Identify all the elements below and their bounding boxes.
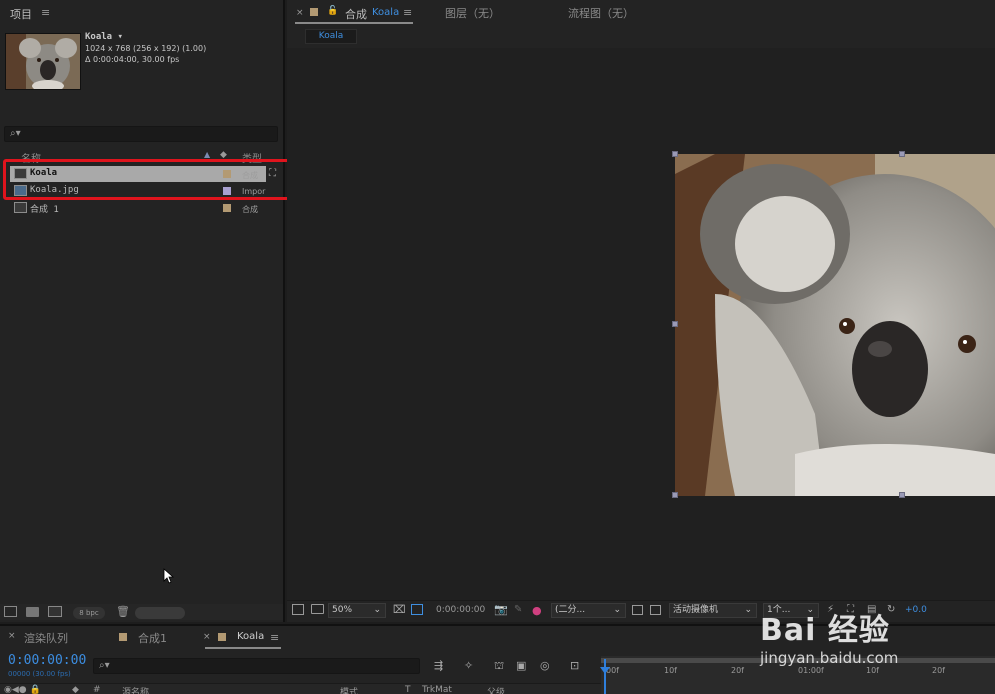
koala-thumbnail — [5, 33, 81, 90]
monitor-icon[interactable] — [311, 604, 324, 614]
project-footer-toolbar: 8 bpc 🗑 — [0, 604, 283, 620]
current-time-display[interactable]: 0:00:00:00 — [436, 605, 485, 615]
highlight-annotation — [3, 159, 294, 200]
composition-mini-flowchart-icon[interactable]: ⇶ — [434, 659, 443, 672]
tab-comp-1[interactable]: 合成1 — [138, 630, 167, 646]
always-preview-icon[interactable] — [292, 604, 304, 615]
close-tab-icon[interactable]: × — [296, 8, 304, 18]
selected-item-dimensions: 1024 x 768 (256 x 192) (1.00) — [85, 44, 207, 53]
graph-editor-icon[interactable]: ⊡ — [570, 659, 579, 672]
camera-dropdown[interactable]: 活动摄像机 ⌄ — [669, 603, 757, 618]
interpret-footage-icon[interactable] — [4, 606, 17, 617]
current-time-display[interactable]: 0:00:00:00 — [8, 653, 86, 668]
tab-render-queue[interactable]: 渲染队列 — [24, 630, 68, 646]
panel-menu-icon[interactable]: ≡ — [41, 6, 50, 19]
koala-image-layer[interactable] — [675, 154, 995, 496]
item-type: 合成 — [242, 205, 258, 214]
grid-guide-icon[interactable]: ⌧ — [393, 603, 406, 616]
composition-viewer[interactable] — [287, 48, 995, 601]
shy-layers-icon[interactable]: ⛫ — [494, 659, 504, 674]
column-trkmat-header[interactable]: TrkMat — [422, 685, 452, 694]
chevron-down-icon: ⌄ — [373, 605, 381, 615]
label-swatch — [119, 633, 127, 641]
project-panel-title: 项目 — [10, 8, 32, 21]
draft-3d-icon[interactable]: ✧ — [464, 659, 473, 672]
active-tab-indicator — [205, 647, 281, 649]
new-composition-icon[interactable] — [48, 606, 62, 617]
timeline-search-input[interactable]: ⌕▾ — [93, 658, 420, 674]
panel-menu-icon[interactable]: ≡ — [270, 631, 279, 644]
column-mode-header[interactable]: 模式 — [340, 685, 358, 694]
item-name: 合成 1 — [30, 205, 59, 215]
transform-handle[interactable] — [899, 492, 905, 498]
color-channel-icon[interactable]: ● — [532, 604, 542, 617]
camera-value: 活动摄像机 — [673, 605, 719, 615]
layer-viewer-tab[interactable]: 图层（无） — [445, 5, 500, 21]
search-icon: ⌕▾ — [10, 128, 21, 139]
watermark-url: jingyan.baidu.com — [760, 649, 899, 667]
tab-koala[interactable]: Koala — [237, 631, 264, 642]
resolution-dropdown[interactable]: (二分... ⌄ — [551, 603, 626, 618]
close-tab-icon[interactable]: × — [203, 632, 211, 642]
lock-icon[interactable]: 🔓 — [327, 6, 338, 16]
column-source-name-header[interactable]: 源名称 — [122, 685, 149, 694]
composition-icon — [14, 202, 27, 213]
snapshot-camera-icon[interactable]: 📷 — [494, 603, 508, 616]
label-swatch — [218, 633, 226, 641]
transform-handle[interactable] — [672, 151, 678, 157]
mask-visibility-icon[interactable] — [411, 604, 423, 615]
chevron-down-icon: ⌄ — [613, 605, 621, 615]
sort-icon[interactable]: ▲ — [204, 150, 210, 159]
layer-column-header: ◉◀● 🔒 ◆ # 源名称 模式 T TrkMat 父级 — [0, 683, 601, 694]
project-search-input[interactable]: ⌕▾ — [4, 126, 278, 142]
resolution-value: (二分... — [555, 605, 586, 615]
transparency-grid-icon[interactable] — [650, 605, 661, 615]
composition-tab-prefix[interactable]: 合成 — [345, 6, 367, 22]
audio-video-switches-icon[interactable]: ◉◀● 🔒 — [4, 685, 41, 694]
active-tab-indicator — [295, 22, 413, 24]
new-folder-icon[interactable] — [26, 607, 39, 617]
search-icon: ⌕▾ — [99, 660, 110, 671]
selected-item-duration: Δ 0:00:04:00, 30.00 fps — [85, 55, 180, 64]
watermark-logo-text: Bai 经验 — [760, 613, 890, 648]
transform-handle[interactable] — [899, 151, 905, 157]
composition-tab-name[interactable]: Koala — [372, 7, 399, 18]
label-swatch[interactable] — [223, 204, 231, 212]
column-parent-header[interactable]: 父级 — [487, 685, 505, 694]
panel-menu-icon[interactable]: ≡ — [403, 6, 412, 19]
column-number-header[interactable]: # — [93, 685, 101, 694]
zoom-value: 50% — [332, 605, 353, 615]
close-tab-icon[interactable]: × — [8, 631, 16, 641]
composition-panel: × 🔓 合成 Koala ≡ 图层（无） 流程图（无） Koala 50% ⌄ … — [287, 0, 995, 622]
frame-blending-icon[interactable]: ▣ — [516, 659, 526, 672]
project-panel: 项目 ≡ Koala ▾ 1024 x 768 (256 x 192) (1.0… — [0, 0, 285, 622]
label-swatch — [310, 8, 318, 16]
ruler-tick: 10f — [664, 666, 677, 675]
zoom-dropdown[interactable]: 50% ⌄ — [328, 603, 386, 618]
ruler-tick: 20f — [731, 666, 744, 675]
trash-icon[interactable]: 🗑 — [116, 605, 130, 618]
composition-nav-tab[interactable]: Koala — [305, 29, 357, 44]
bit-depth-button[interactable]: 8 bpc — [73, 607, 105, 619]
mouse-cursor-icon — [163, 568, 175, 584]
label-tag-icon[interactable]: ◆ — [72, 685, 79, 694]
baidu-jingyan-watermark: Bai 经验 jingyan.baidu.com — [760, 605, 990, 675]
column-t-header[interactable]: T — [405, 685, 411, 694]
motion-blur-icon[interactable]: ◎ — [540, 659, 550, 672]
current-time-indicator[interactable] — [604, 659, 606, 694]
thumbnail-slider[interactable] — [135, 607, 185, 619]
playhead-icon[interactable] — [600, 667, 610, 674]
chevron-down-icon: ⌄ — [744, 605, 752, 615]
composition-tab-bar: × 🔓 合成 Koala ≡ 图层（无） 流程图（无） — [287, 0, 995, 26]
region-of-interest-icon[interactable] — [632, 605, 643, 615]
selected-item-name: Koala ▾ — [85, 32, 123, 42]
transform-handle[interactable] — [672, 321, 678, 327]
show-snapshot-icon[interactable]: ✎ — [514, 604, 522, 615]
flowchart-viewer-tab[interactable]: 流程图（无） — [568, 5, 634, 21]
frame-rate-display: 00000 (30.00 fps) — [8, 670, 71, 678]
transform-handle[interactable] — [672, 492, 678, 498]
